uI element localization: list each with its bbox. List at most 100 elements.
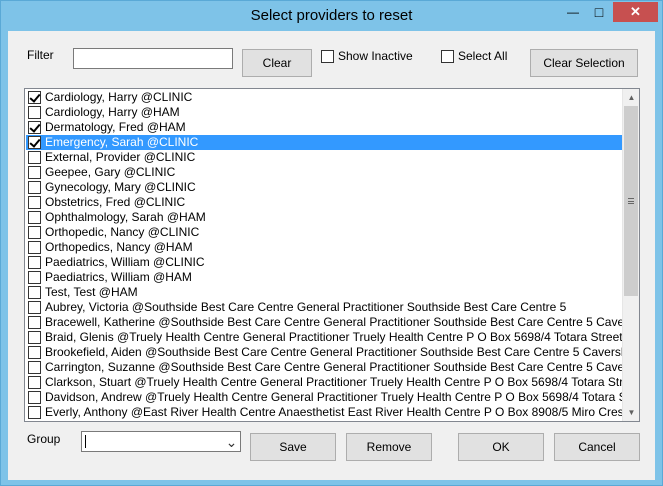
ok-button[interactable]: OK: [458, 433, 544, 461]
provider-list-item[interactable]: Orthopedics, Nancy @HAM: [26, 240, 622, 255]
provider-list-item[interactable]: Dermatology, Fred @HAM: [26, 120, 622, 135]
provider-label: Brookefield, Aiden @Southside Best Care …: [45, 345, 622, 359]
minimize-button[interactable]: —: [560, 2, 586, 22]
provider-label: Geepee, Gary @CLINIC: [45, 165, 176, 179]
provider-checkbox[interactable]: [28, 166, 41, 179]
provider-checkbox[interactable]: [28, 181, 41, 194]
provider-checkbox[interactable]: [28, 316, 41, 329]
provider-checkbox[interactable]: [28, 256, 41, 269]
text-caret: [85, 435, 86, 448]
provider-list-item[interactable]: Obstetrics, Fred @CLINIC: [26, 195, 622, 210]
provider-label: Cardiology, Harry @CLINIC: [45, 90, 193, 104]
provider-label: Dermatology, Fred @HAM: [45, 120, 186, 134]
provider-list-item[interactable]: Gynecology, Mary @CLINIC: [26, 180, 622, 195]
grip-icon: [628, 198, 634, 204]
provider-checkbox[interactable]: [28, 331, 41, 344]
provider-label: Ophthalmology, Sarah @HAM: [45, 210, 206, 224]
provider-checkbox[interactable]: [28, 376, 41, 389]
provider-list-item[interactable]: Aubrey, Victoria @Southside Best Care Ce…: [26, 300, 622, 315]
provider-checkbox[interactable]: [28, 286, 41, 299]
filter-label: Filter: [27, 48, 54, 62]
provider-list-item[interactable]: Clarkson, Stuart @Truely Health Centre G…: [26, 375, 622, 390]
provider-label: Davidson, Andrew @Truely Health Centre G…: [45, 390, 622, 404]
provider-checkbox[interactable]: [28, 241, 41, 254]
save-group-button[interactable]: Save: [250, 433, 336, 461]
provider-label: Braid, Glenis @Truely Health Centre Gene…: [45, 330, 622, 344]
provider-label: Gynecology, Mary @CLINIC: [45, 180, 196, 194]
provider-rows: Cardiology, Harry @CLINIC Cardiology, Har…: [26, 90, 622, 420]
scroll-down-button[interactable]: ▼: [623, 404, 639, 421]
maximize-icon: □: [594, 4, 604, 20]
provider-label: Carrington, Suzanne @Southside Best Care…: [45, 360, 622, 374]
provider-checkbox[interactable]: [28, 106, 41, 119]
provider-checkbox[interactable]: [28, 226, 41, 239]
provider-checkbox[interactable]: [28, 121, 41, 134]
cancel-button[interactable]: Cancel: [554, 433, 640, 461]
close-icon: ✕: [630, 4, 641, 19]
scroll-up-icon: ▲: [627, 93, 636, 102]
provider-list-item[interactable]: Paediatrics, William @CLINIC: [26, 255, 622, 270]
provider-list-item[interactable]: Davidson, Andrew @Truely Health Centre G…: [26, 390, 622, 405]
group-combobox[interactable]: ⌄: [81, 431, 241, 452]
title-bar[interactable]: Select providers to reset — □ ✕: [1, 1, 662, 31]
remove-group-button[interactable]: Remove: [346, 433, 432, 461]
select-all-checkbox[interactable]: Select All: [441, 49, 507, 63]
provider-list-item[interactable]: Brookefield, Aiden @Southside Best Care …: [26, 345, 622, 360]
provider-checkbox[interactable]: [28, 271, 41, 284]
provider-label: Paediatrics, William @HAM: [45, 270, 192, 284]
provider-list-item[interactable]: Ophthalmology, Sarah @HAM: [26, 210, 622, 225]
provider-label: Everly, Anthony @East River Health Centr…: [45, 405, 622, 419]
provider-checkbox[interactable]: [28, 406, 41, 419]
list-vertical-scrollbar[interactable]: ▲ ▼: [622, 89, 639, 421]
provider-list-item[interactable]: Geepee, Gary @CLINIC: [26, 165, 622, 180]
dialog-window: Select providers to reset — □ ✕ Filter C…: [0, 0, 663, 486]
provider-label: Clarkson, Stuart @Truely Health Centre G…: [45, 375, 622, 389]
provider-label: Obstetrics, Fred @CLINIC: [45, 195, 186, 209]
provider-list-item[interactable]: Paediatrics, William @HAM: [26, 270, 622, 285]
provider-list-item[interactable]: External, Provider @CLINIC: [26, 150, 622, 165]
filter-input[interactable]: [73, 48, 233, 69]
provider-list-item[interactable]: Braid, Glenis @Truely Health Centre Gene…: [26, 330, 622, 345]
provider-list-item[interactable]: Everly, Anthony @East River Health Centr…: [26, 405, 622, 420]
show-inactive-checkbox[interactable]: Show Inactive: [321, 49, 413, 63]
provider-list-item[interactable]: Test, Test @HAM: [26, 285, 622, 300]
show-inactive-checkbox-box[interactable]: [321, 49, 334, 63]
provider-label: Cardiology, Harry @HAM: [45, 105, 180, 119]
provider-list-item[interactable]: Orthopedic, Nancy @CLINIC: [26, 225, 622, 240]
provider-checkbox[interactable]: [28, 136, 41, 149]
group-dropdown-button[interactable]: ⌄: [223, 432, 240, 451]
dialog-client-area: Filter Clear Show Inactive Select All Cl…: [8, 31, 655, 480]
clear-selection-button[interactable]: Clear Selection: [530, 49, 638, 77]
provider-list-item[interactable]: Cardiology, Harry @CLINIC: [26, 90, 622, 105]
provider-label: Emergency, Sarah @CLINIC: [45, 135, 199, 149]
close-button[interactable]: ✕: [613, 2, 658, 22]
provider-checkbox[interactable]: [28, 151, 41, 164]
select-all-checkbox-box[interactable]: [441, 49, 454, 63]
provider-label: Test, Test @HAM: [45, 285, 138, 299]
provider-checkbox[interactable]: [28, 91, 41, 104]
scroll-up-button[interactable]: ▲: [623, 89, 639, 106]
provider-label: Orthopedics, Nancy @HAM: [45, 240, 193, 254]
provider-checkbox[interactable]: [28, 196, 41, 209]
provider-label: Orthopedic, Nancy @CLINIC: [45, 225, 200, 239]
provider-label: External, Provider @CLINIC: [45, 150, 196, 164]
provider-checked-list[interactable]: Cardiology, Harry @CLINIC Cardiology, Har…: [24, 88, 640, 422]
provider-label: Bracewell, Katherine @Southside Best Car…: [45, 315, 622, 329]
provider-checkbox[interactable]: [28, 301, 41, 314]
provider-checkbox[interactable]: [28, 346, 41, 359]
provider-list-item[interactable]: Emergency, Sarah @CLINIC: [26, 135, 622, 150]
provider-checkbox[interactable]: [28, 391, 41, 404]
provider-list-item[interactable]: Cardiology, Harry @HAM: [26, 105, 622, 120]
scroll-thumb[interactable]: [624, 106, 638, 296]
provider-checkbox[interactable]: [28, 361, 41, 374]
maximize-button[interactable]: □: [586, 2, 612, 22]
provider-list-item[interactable]: Bracewell, Katherine @Southside Best Car…: [26, 315, 622, 330]
show-inactive-label: Show Inactive: [338, 49, 413, 63]
minimize-icon: —: [567, 5, 579, 19]
provider-checkbox[interactable]: [28, 211, 41, 224]
provider-list-item[interactable]: Carrington, Suzanne @Southside Best Care…: [26, 360, 622, 375]
provider-label: Aubrey, Victoria @Southside Best Care Ce…: [45, 300, 567, 314]
select-all-label: Select All: [458, 49, 508, 63]
provider-label: Paediatrics, William @CLINIC: [45, 255, 205, 269]
clear-filter-button[interactable]: Clear: [242, 49, 312, 77]
